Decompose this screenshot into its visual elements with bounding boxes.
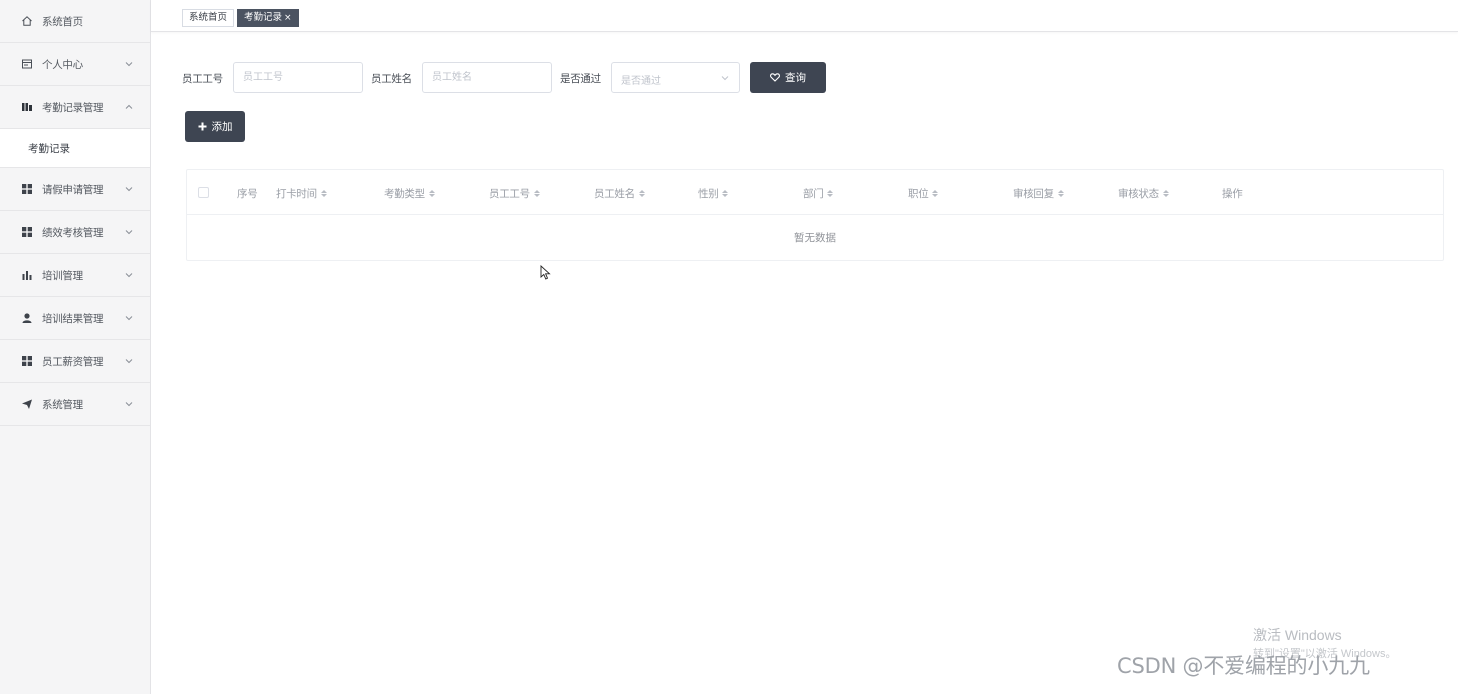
chevron-up-icon [125,103,133,111]
column-header-review-status[interactable]: 审核状态 [1118,186,1169,201]
column-header-punch-time[interactable]: 打卡时间 [276,186,327,201]
home-icon [21,15,33,27]
tab-label: 系统首页 [189,12,228,23]
chevron-down-icon [125,185,133,193]
sidebar-item-label: 系统管理 [42,398,83,411]
add-button-label: 添加 [211,121,233,133]
column-header-attendance-type[interactable]: 考勤类型 [384,186,435,201]
sidebar-item-label: 系统首页 [42,15,83,28]
add-button[interactable]: 添加 [185,111,245,142]
query-button-label: 查询 [785,72,806,84]
approved-label: 是否通过 [560,73,601,85]
column-label: 员工姓名 [594,188,635,200]
grid-icon [21,355,33,367]
select-all-checkbox[interactable] [198,187,209,198]
close-icon[interactable]: × [284,13,292,23]
sidebar-item-system-management[interactable]: 系统管理 [0,383,150,426]
approved-select[interactable]: 是否通过 [611,62,740,93]
chevron-down-icon [721,74,729,82]
column-label: 打卡时间 [276,188,317,200]
sort-icon[interactable] [638,190,645,197]
sidebar-item-label: 培训管理 [42,269,83,282]
heart-icon [770,73,780,82]
employee-no-label: 员工工号 [182,73,223,85]
employee-name-label: 员工姓名 [371,73,412,85]
sidebar-item-training-management[interactable]: 培训管理 [0,254,150,297]
table-header: 序号 打卡时间 考勤类型 员工工号 员工姓名 性别 部门 职位 审核回复 审核状… [187,170,1443,215]
column-label: 审核状态 [1118,188,1159,200]
chevron-down-icon [125,314,133,322]
bar-report-icon [21,101,33,113]
tab-attendance-records[interactable]: 考勤记录 × [237,9,299,27]
column-header-employee-no[interactable]: 员工工号 [489,186,540,201]
column-label: 考勤类型 [384,188,425,200]
sort-icon[interactable] [533,190,540,197]
chevron-down-icon [125,271,133,279]
approved-select-placeholder: 是否通过 [621,76,661,87]
sidebar-item-label: 请假申请管理 [42,183,104,196]
sort-icon[interactable] [428,190,435,197]
employee-no-input[interactable] [233,62,363,93]
column-label: 员工工号 [489,188,530,200]
column-label: 职位 [908,188,929,200]
sidebar-item-label: 培训结果管理 [42,312,104,325]
column-header-department[interactable]: 部门 [803,186,834,201]
tabs-bar: 系统首页 考勤记录 × [151,0,1458,32]
chevron-down-icon [125,60,133,68]
column-header-position[interactable]: 职位 [908,186,939,201]
chevron-down-icon [125,400,133,408]
chevron-down-icon [125,228,133,236]
person-icon [21,312,33,324]
sidebar-item-attendance-management[interactable]: 考勤记录管理 [0,86,150,129]
column-label: 序号 [237,188,258,200]
windows-activation-title: 激活 Windows [1253,627,1342,643]
column-header-review-reply[interactable]: 审核回复 [1013,186,1064,201]
sort-icon[interactable] [722,190,729,197]
sidebar: 系统首页 个人中心 考勤记录管理 考勤记录 请假申请管理 绩效考核管理 培训管理… [0,0,151,694]
sidebar-item-label: 个人中心 [42,58,83,71]
attendance-table: 序号 打卡时间 考勤类型 员工工号 员工姓名 性别 部门 职位 审核回复 审核状… [186,169,1444,261]
grid-icon [21,226,33,238]
sidebar-item-personal-center[interactable]: 个人中心 [0,43,150,86]
bar-chart-icon [21,269,33,281]
sidebar-subitem-label: 考勤记录 [28,142,70,155]
sidebar-item-performance-management[interactable]: 绩效考核管理 [0,211,150,254]
sidebar-item-training-results[interactable]: 培训结果管理 [0,297,150,340]
employee-name-input[interactable] [422,62,552,93]
column-header-actions: 操作 [1222,186,1243,201]
grid-icon [21,183,33,195]
csdn-watermark: CSDN @不爱编程的小九九 [1117,654,1370,678]
sidebar-item-label: 员工薪资管理 [42,355,104,368]
query-button[interactable]: 查询 [750,62,826,93]
sidebar-item-salary-management[interactable]: 员工薪资管理 [0,340,150,383]
mouse-cursor-icon [540,265,551,280]
column-header-gender[interactable]: 性别 [698,186,729,201]
column-label: 操作 [1222,188,1243,200]
chevron-down-icon [125,357,133,365]
sort-icon[interactable] [932,190,939,197]
tab-label: 考勤记录 [244,12,283,23]
table-empty-text: 暂无数据 [794,232,836,244]
sort-icon[interactable] [827,190,834,197]
sort-icon[interactable] [1057,190,1064,197]
sort-icon[interactable] [320,190,327,197]
send-icon [21,398,33,410]
user-card-icon [21,58,33,70]
sidebar-subitem-attendance-records[interactable]: 考勤记录 [0,129,150,168]
column-header-index: 序号 [237,186,258,201]
column-header-employee-name[interactable]: 员工姓名 [594,186,645,201]
tab-home[interactable]: 系统首页 [182,9,235,27]
sidebar-item-label: 绩效考核管理 [42,226,104,239]
sidebar-item-home[interactable]: 系统首页 [0,0,150,43]
sort-icon[interactable] [1162,190,1169,197]
sidebar-item-leave-management[interactable]: 请假申请管理 [0,168,150,211]
sidebar-item-label: 考勤记录管理 [42,101,104,114]
column-label: 部门 [803,188,824,200]
column-label: 性别 [698,188,719,200]
column-label: 审核回复 [1013,188,1054,200]
plus-icon [198,122,207,131]
